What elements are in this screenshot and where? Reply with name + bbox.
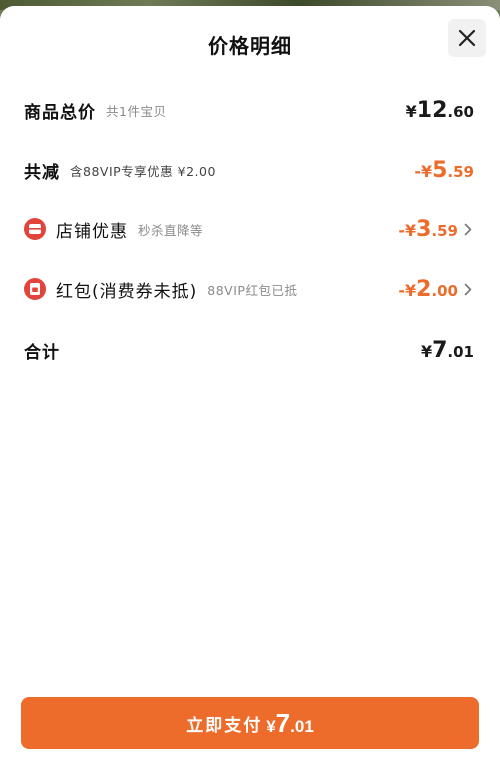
pay-now-button[interactable]: 立即支付 ¥ 7 .01 [21, 697, 479, 749]
amount-decimal: .00 [431, 281, 458, 300]
close-icon [458, 29, 476, 47]
reduction-amount: -¥ 5 .59 [414, 158, 474, 183]
currency-symbol: -¥ [398, 220, 417, 240]
store-coupon-icon [24, 218, 46, 240]
currency-symbol: -¥ [414, 161, 433, 181]
currency-symbol: ¥ [420, 341, 433, 361]
row-sub: 秒杀直降等 [138, 222, 204, 238]
row-label: 店铺优惠 [56, 221, 128, 242]
item-total-amount: ¥ 12 .60 [406, 98, 474, 123]
row-red-packet[interactable]: 红包(消费券未抵) 88VIP红包已抵 -¥ 2 .00 [24, 274, 474, 304]
row-item-total: 商品总价 共1件宝贝 ¥ 12 .60 [24, 95, 474, 125]
price-detail-sheet: 价格明细 商品总价 共1件宝贝 ¥ 12 .60 共减 含88VIP专享优惠 ¥… [0, 6, 500, 771]
row-label: 合计 [24, 342, 60, 363]
amount-decimal: .01 [447, 342, 474, 361]
row-store-discount[interactable]: 店铺优惠 秒杀直降等 -¥ 3 .59 [24, 214, 474, 244]
pay-button-amount: ¥ 7 .01 [266, 708, 314, 739]
row-sum-total: 合计 ¥ 7 .01 [24, 335, 474, 365]
row-sub: 含88VIP专享优惠 ¥2.00 [70, 163, 216, 179]
row-sub: 88VIP红包已抵 [207, 282, 298, 298]
chevron-right-icon [464, 282, 474, 296]
amount-integer: 7 [275, 707, 291, 738]
close-button[interactable] [448, 19, 486, 57]
red-packet-icon [24, 278, 46, 300]
amount-integer: 2 [416, 276, 432, 302]
row-label: 商品总价 [24, 102, 96, 123]
amount-integer: 7 [432, 337, 448, 363]
amount-decimal: .59 [431, 221, 458, 240]
currency-symbol: ¥ [266, 716, 276, 736]
store-discount-amount: -¥ 3 .59 [398, 217, 458, 242]
amount-decimal: .60 [447, 102, 474, 121]
currency-symbol: -¥ [398, 280, 417, 300]
amount-integer: 5 [432, 157, 448, 183]
amount-decimal: .59 [447, 162, 474, 181]
sum-total-amount: ¥ 7 .01 [421, 338, 474, 363]
chevron-right-icon [464, 222, 474, 236]
row-label: 共减 [24, 162, 60, 183]
red-packet-amount: -¥ 2 .00 [398, 277, 458, 302]
row-sub: 共1件宝贝 [106, 103, 167, 119]
sheet-title: 价格明细 [208, 34, 292, 58]
amount-decimal: .01 [290, 716, 314, 736]
amount-integer: 3 [416, 216, 432, 242]
row-label: 红包(消费券未抵) [56, 281, 198, 302]
currency-symbol: ¥ [405, 101, 417, 121]
pay-button-label: 立即支付 [186, 715, 263, 735]
amount-integer: 12 [416, 97, 448, 123]
row-total-reduction: 共减 含88VIP专享优惠 ¥2.00 -¥ 5 .59 [24, 155, 474, 185]
